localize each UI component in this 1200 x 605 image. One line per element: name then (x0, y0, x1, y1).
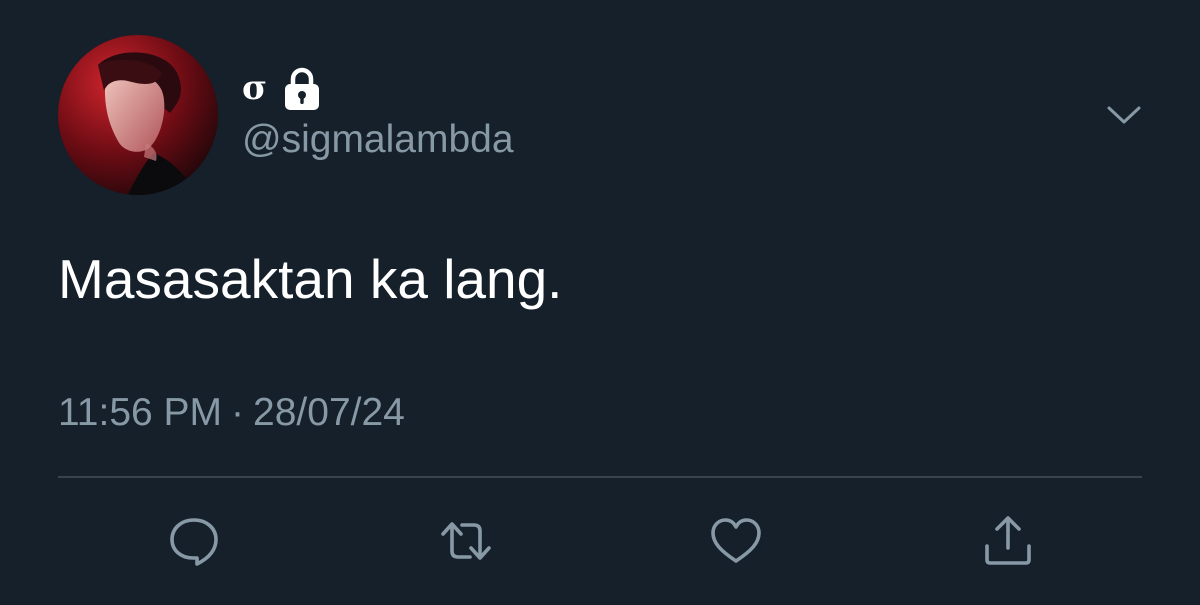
display-name[interactable]: σ (242, 66, 322, 110)
retweet-button[interactable] (438, 514, 494, 568)
share-icon (985, 516, 1031, 565)
reply-button[interactable] (166, 514, 222, 568)
tweet-time: 11:56 PM (58, 391, 223, 434)
avatar[interactable] (58, 35, 218, 195)
meta-separator: · (231, 391, 245, 434)
retweet-icon (441, 522, 491, 560)
avatar-image (58, 35, 218, 195)
divider (58, 476, 1142, 478)
heart-icon (711, 518, 761, 563)
tweet-date: 28/07/24 (253, 391, 405, 434)
chevron-down-icon[interactable] (1106, 100, 1142, 130)
lock-icon (285, 67, 320, 110)
display-name-text: σ (242, 68, 268, 108)
reply-icon (170, 518, 218, 566)
tweet-timestamp: 11:56 PM · 28/07/24 (58, 393, 405, 432)
share-button[interactable] (980, 514, 1036, 568)
like-button[interactable] (708, 514, 764, 568)
tweet-text: Masasaktan ka lang. (58, 248, 563, 310)
user-handle[interactable]: @sigmalambda (242, 120, 514, 159)
